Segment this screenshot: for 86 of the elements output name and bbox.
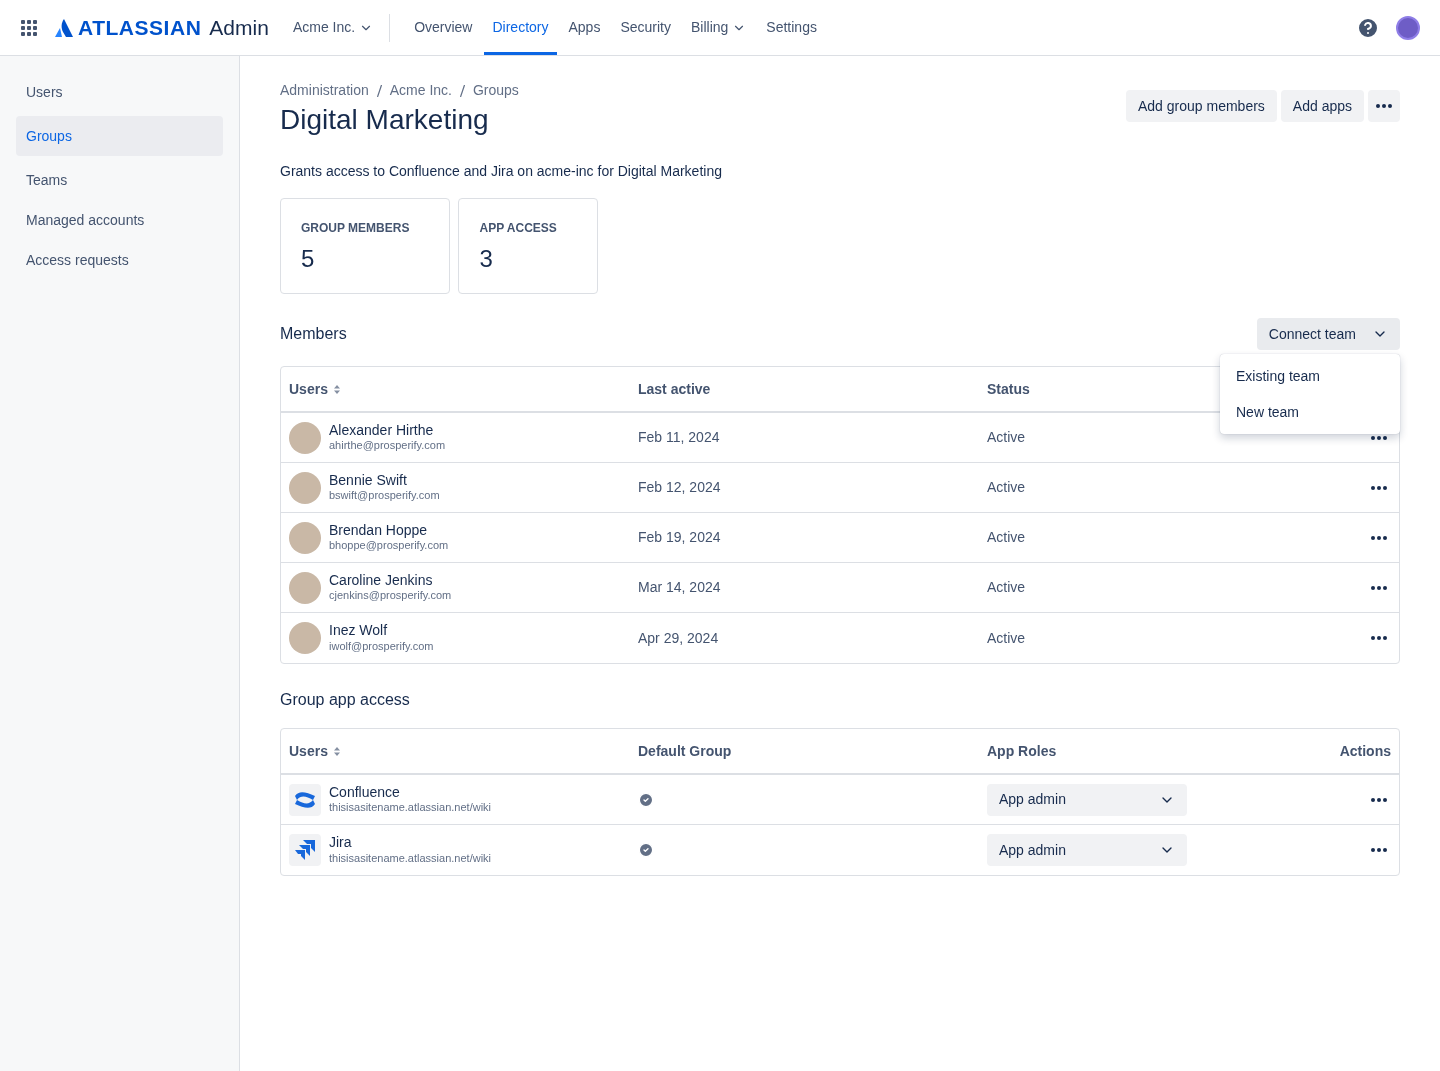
app-name: Confluence [329,783,401,802]
nav-tab[interactable]: Settings [758,0,825,55]
user-email: bswift@prosperify.com [329,489,440,504]
nav-tab[interactable]: Security [612,0,679,55]
column-header: App Roles [987,741,1058,761]
table-cell-text: Feb 19, 2024 [638,528,722,547]
column-header[interactable]: Users [289,378,638,400]
app-url: thisisasitename.atlassian.net/wiki [329,851,492,866]
table-cell-text: Active [987,478,1027,497]
nav-tab[interactable]: Apps [560,0,609,55]
app-logo-icon [289,834,321,866]
user-email: bhoppe@prosperify.com [329,539,449,554]
stat-value: 3 [479,244,494,274]
sort-icon [333,384,340,394]
column-header: Status [987,379,1031,399]
action-button[interactable]: Add apps [1280,90,1364,122]
user-name: Alexander Hirthe [329,421,435,440]
column-header: Last active [638,379,712,399]
more-icon [1371,535,1387,540]
table-cell-text: Active [987,428,1027,447]
section-title: Group app access [280,690,411,710]
nav-tab[interactable]: Overview [406,0,481,55]
table-cell-text: Apr 29, 2024 [638,628,720,648]
nav-tab[interactable]: Billing [683,0,755,55]
more-icon [1371,797,1387,802]
page-title: Digital Marketing [280,103,490,137]
avatar [289,571,321,604]
table-cell-text: Mar 14, 2024 [638,578,722,597]
more-icon [1371,585,1387,590]
avatar [289,421,321,454]
more-icon [1371,485,1387,490]
menu-item[interactable]: Existing team [1220,358,1400,394]
app-logo-icon [289,783,321,816]
sort-icon [333,746,340,756]
app-url: thisisasitename.atlassian.net/wiki [329,801,492,816]
app-switcher-icon[interactable] [20,18,38,37]
user-name: Bennie Swift [329,471,408,490]
breadcrumb-link[interactable]: Administration [280,80,369,101]
menu-item[interactable]: New team [1220,394,1400,430]
brand-name: ATLASSIAN [78,14,202,41]
avatar [289,521,321,554]
table-cell-text: Active [987,578,1027,597]
more-icon [1371,435,1387,440]
sidebar-item[interactable]: Teams [16,164,223,196]
more-icon [1371,848,1387,852]
stat-value: 5 [301,244,316,274]
avatar [289,471,321,504]
user-name: Brendan Hoppe [329,521,429,540]
user-email: iwolf@prosperify.com [329,639,434,654]
group-description: Grants access to Confluence and Jira on acme-inc for Digital Marketing [280,162,723,181]
profile-avatar[interactable] [1396,15,1420,40]
column-header: Default Group [638,741,733,761]
app-name: Jira [329,834,353,852]
sidebar-item[interactable]: Users [16,76,223,108]
breadcrumb-separator-icon [376,84,382,97]
table-cell-text: Feb 11, 2024 [638,428,721,447]
role-select[interactable]: App admin [987,834,1187,866]
sidebar-item[interactable]: Groups [16,116,223,156]
role-select[interactable]: App admin [987,783,1187,816]
column-header: Actions [1339,741,1391,761]
section-title: Members [280,324,347,344]
table-cell-text: Active [987,628,1027,648]
sidebar-item[interactable]: Managed accounts [16,204,223,236]
avatar [289,622,321,654]
breadcrumb-link[interactable]: Acme Inc. [389,80,452,101]
sidebar-item[interactable]: Access requests [16,244,223,276]
stat-label: APP ACCESS [479,220,558,237]
column-header[interactable]: Users [289,740,638,762]
user-name: Caroline Jenkins [329,571,434,590]
table-cell-text: Feb 12, 2024 [638,478,722,497]
org-switcher[interactable]: Acme Inc. [292,17,374,38]
more-button[interactable] [1368,90,1400,122]
action-button[interactable]: Add group members [1126,90,1277,122]
breadcrumb-separator-icon [459,84,465,97]
connect-team-button[interactable]: Connect team [1256,318,1400,350]
nav-tab[interactable]: Directory [484,0,557,55]
more-icon [1371,636,1387,640]
table-cell-text: Active [987,528,1027,547]
user-email: ahirthe@prosperify.com [329,439,446,454]
breadcrumb-link[interactable]: Groups [472,80,519,101]
user-name: Inez Wolf [329,622,389,640]
more-icon [1376,104,1392,108]
stat-label: GROUP MEMBERS [301,220,410,237]
user-email: cjenkins@prosperify.com [329,589,452,604]
product-name: Admin [209,14,269,41]
logo-icon [54,17,74,38]
